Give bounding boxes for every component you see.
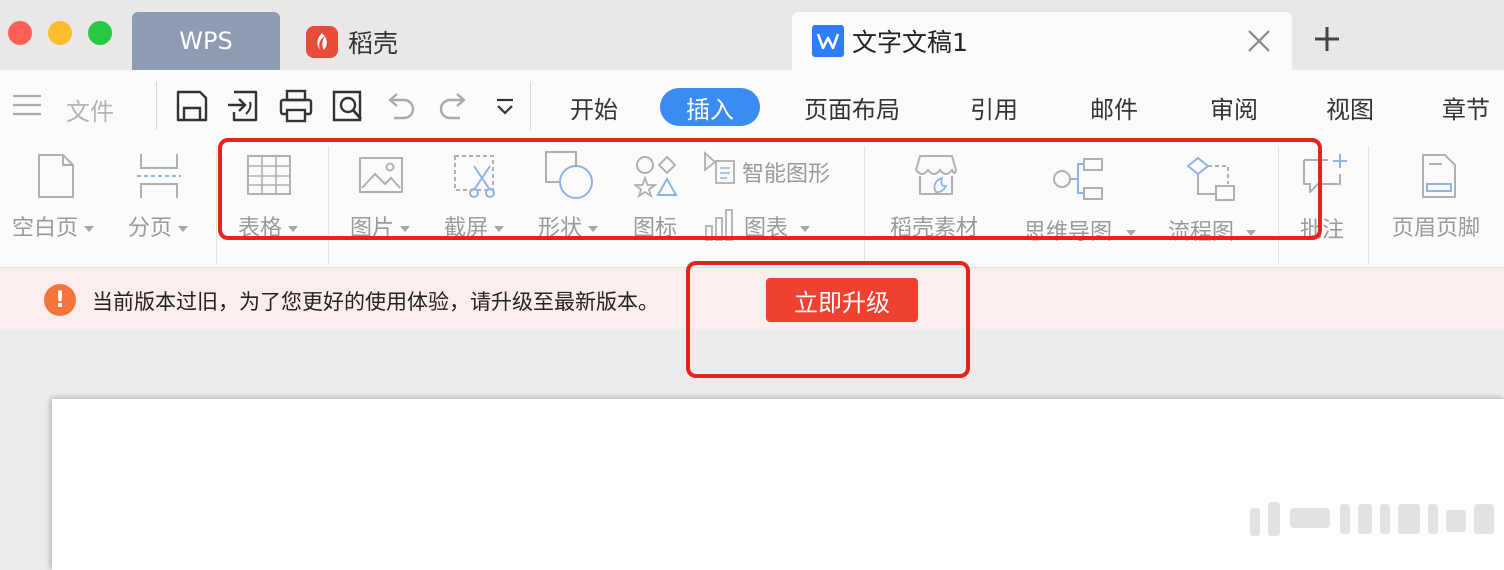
chevron-down-icon: [178, 226, 189, 232]
chevron-down-icon: [288, 226, 299, 232]
picture-label: 图片: [350, 216, 395, 241]
new-tab-icon[interactable]: [1312, 24, 1342, 54]
writer-doc-icon: [812, 25, 844, 57]
screenshot-button[interactable]: 截屏: [440, 142, 522, 266]
table-icon: [247, 155, 291, 195]
customize-toolbar-icon[interactable]: [490, 88, 520, 124]
shape-icon: [545, 151, 593, 199]
table-button[interactable]: 表格: [232, 142, 316, 266]
chart-icon: [705, 209, 733, 241]
update-notification-message: 当前版本过旧，为了您更好的使用体验，请升级至最新版本。: [92, 290, 659, 314]
tab-references[interactable]: 引用: [958, 88, 1030, 126]
tab-review[interactable]: 审阅: [1198, 88, 1270, 126]
ribbon-divider: [328, 146, 329, 264]
tab-view[interactable]: 视图: [1314, 88, 1386, 126]
menu-divider: [156, 82, 157, 130]
insert-ribbon: 空白页 分页 表格 图片 截屏 形状 图标 智能图形 图表 稻壳素材 思维导图 …: [0, 142, 1504, 268]
tab-daoke[interactable]: 稻壳: [306, 22, 398, 62]
hamburger-menu-icon[interactable]: [12, 94, 42, 116]
print-icon[interactable]: [278, 88, 314, 124]
mind-map-icon: [1053, 158, 1103, 200]
warning-icon: !: [44, 284, 76, 316]
chevron-down-icon: [800, 226, 811, 232]
window-tab-bar: WPS 稻壳 文字文稿1: [0, 0, 1504, 70]
tab-wps[interactable]: WPS: [132, 12, 280, 70]
close-tab-icon[interactable]: [1244, 26, 1274, 56]
header-footer-label: 页眉页脚: [1392, 216, 1481, 241]
chevron-down-icon: [400, 226, 411, 232]
tab-insert[interactable]: 插入: [660, 88, 760, 126]
tab-mailings[interactable]: 邮件: [1078, 88, 1150, 126]
icon-button[interactable]: 图标: [626, 142, 690, 266]
tab-document-label: 文字文稿1: [852, 28, 968, 57]
header-footer-icon: [1422, 154, 1456, 198]
tab-page-layout[interactable]: 页面布局: [792, 88, 912, 126]
redo-icon[interactable]: [436, 88, 472, 124]
table-label: 表格: [238, 216, 283, 241]
store-icon: [915, 155, 957, 195]
blank-page-button[interactable]: 空白页: [8, 142, 108, 266]
menu-bar: 文件 开始 插入 页面布局 引用 邮件 审阅 视图 章节: [0, 70, 1504, 142]
screenshot-label: 截屏: [444, 216, 489, 241]
menu-divider: [530, 82, 531, 130]
ribbon-divider: [1278, 146, 1279, 264]
tab-chapter[interactable]: 章节: [1430, 88, 1502, 126]
mind-map-button[interactable]: 思维导图: [1020, 142, 1146, 266]
update-notification-bar: ! 当前版本过旧，为了您更好的使用体验，请升级至最新版本。 立即升级: [0, 269, 1504, 329]
upgrade-now-button[interactable]: 立即升级: [766, 278, 918, 322]
icon-label: 图标: [633, 216, 678, 241]
daoke-material-label: 稻壳素材: [890, 216, 979, 241]
export-pdf-icon[interactable]: [226, 88, 262, 124]
chevron-down-icon: [84, 226, 95, 232]
icon-library-icon: [634, 155, 678, 198]
tab-document[interactable]: 文字文稿1: [792, 12, 1292, 70]
flowchart-icon: [1186, 156, 1235, 201]
close-window-button[interactable]: [8, 21, 32, 45]
comment-label: 批注: [1300, 218, 1345, 243]
page-break-label: 分页: [128, 216, 173, 241]
picture-icon: [359, 157, 403, 193]
tab-home[interactable]: 开始: [558, 88, 630, 126]
flowchart-button[interactable]: 流程图: [1164, 142, 1268, 266]
comment-icon: [1303, 154, 1347, 193]
minimize-window-button[interactable]: [48, 21, 72, 45]
print-preview-icon[interactable]: [330, 88, 366, 124]
ribbon-divider: [1368, 146, 1369, 264]
comment-button[interactable]: 批注: [1294, 142, 1360, 266]
header-footer-button[interactable]: 页眉页脚: [1384, 142, 1504, 266]
chart-label: 图表: [744, 216, 789, 241]
chevron-down-icon: [1126, 230, 1137, 236]
screenshot-icon: [454, 155, 495, 198]
mind-map-label: 思维导图: [1024, 220, 1113, 245]
chevron-down-icon: [588, 226, 599, 232]
chevron-down-icon: [1246, 230, 1257, 236]
watermark-logo-icon: [1250, 502, 1494, 536]
page-break-icon: [137, 154, 181, 198]
daoke-logo-icon: [306, 26, 338, 58]
blank-page-icon: [38, 154, 74, 198]
ribbon-divider: [216, 146, 217, 264]
ribbon-divider: [864, 146, 865, 264]
shape-button[interactable]: 形状: [534, 142, 618, 266]
blank-page-label: 空白页: [12, 216, 79, 241]
picture-button[interactable]: 图片: [344, 142, 426, 266]
tab-wps-label: WPS: [179, 27, 233, 55]
undo-icon[interactable]: [382, 88, 418, 124]
chevron-down-icon: [494, 226, 505, 232]
chart-button[interactable]: 图表: [700, 202, 848, 248]
flowchart-label: 流程图: [1168, 220, 1235, 245]
shape-label: 形状: [538, 216, 583, 241]
zoom-window-button[interactable]: [88, 21, 112, 45]
tab-daoke-label: 稻壳: [348, 29, 399, 58]
smart-graphic-button[interactable]: 智能图形: [700, 148, 848, 194]
smart-graphic-icon: [704, 150, 735, 184]
file-menu[interactable]: 文件: [66, 92, 114, 127]
save-icon[interactable]: [174, 88, 210, 124]
smart-graphic-label: 智能图形: [742, 162, 831, 187]
daoke-material-button[interactable]: 稻壳素材: [882, 142, 992, 266]
page-break-button[interactable]: 分页: [124, 142, 208, 266]
